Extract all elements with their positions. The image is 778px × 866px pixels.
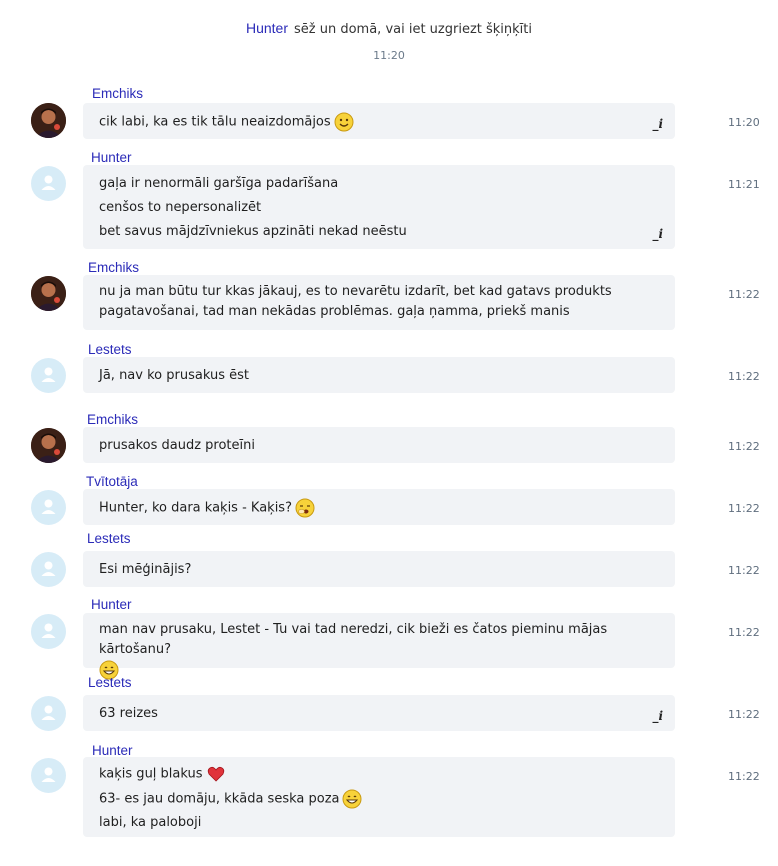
message-time: 11:22 — [728, 502, 760, 515]
message-line: kaķis guļ blakus — [99, 764, 659, 785]
default-avatar-icon — [41, 561, 56, 576]
grin-emoji-icon — [342, 789, 362, 809]
avatar[interactable] — [31, 614, 66, 649]
sender-name[interactable]: Tvītotāja — [86, 474, 138, 489]
message-time: 11:20 — [728, 116, 760, 129]
message-time: 11:22 — [728, 288, 760, 301]
message-bubble[interactable]: gaļa ir nenormāli garšīga padarīšana cen… — [83, 165, 675, 249]
message-text: man nav prusaku, Lestet - Tu vai tad ner… — [99, 622, 608, 657]
avatar[interactable] — [31, 276, 66, 311]
avatar[interactable] — [31, 428, 66, 463]
heart-emoji-icon — [206, 764, 226, 784]
message-text: cik labi, ka es tik tālu neaizdomājos — [99, 114, 331, 130]
sender-name[interactable]: Emchiks — [88, 260, 139, 275]
message-line: bet savus mājdzīvniekus apzināti nekad n… — [99, 224, 407, 239]
message-line: gaļa ir nenormāli garšīga padarīšana — [99, 176, 339, 191]
system-message-time: 11:20 — [373, 49, 405, 62]
message-text: kaķis guļ blakus — [99, 766, 203, 782]
avatar[interactable] — [31, 758, 66, 793]
system-message: Hunter sēž un domā, vai iet uzgriezt šķiņ… — [0, 20, 778, 62]
sender-name[interactable]: Emchiks — [92, 86, 143, 101]
message-text: 63- es jau domāju, kkāda seska poza — [99, 791, 340, 806]
message-time: 11:22 — [728, 440, 760, 453]
default-avatar-icon — [41, 175, 56, 190]
default-avatar-icon — [41, 623, 56, 638]
message-time: 11:22 — [728, 770, 760, 783]
default-avatar-icon — [41, 767, 56, 782]
message-line: pagatavošanai, tad man nekādas problēmas… — [99, 304, 570, 319]
message-bubble[interactable]: Hunter, ko dara kaķis - Kaķis? — [83, 489, 675, 525]
sender-name[interactable]: Lestets — [88, 675, 132, 690]
message-text: Hunter, ko dara kaķis - Kaķis? — [99, 500, 292, 516]
default-avatar-icon — [41, 367, 56, 382]
system-message-text: sēž un domā, vai iet uzgriezt šķiņķīti — [294, 22, 533, 37]
avatar[interactable] — [31, 358, 66, 393]
message-time: 11:22 — [728, 708, 760, 721]
user-photo-icon — [31, 428, 66, 463]
message-time: 11:22 — [728, 564, 760, 577]
message-line: cik labi, ka es tik tālu neaizdomājos — [99, 112, 659, 133]
message-time: 11:21 — [728, 178, 760, 191]
default-avatar-icon — [41, 499, 56, 514]
user-photo-icon — [31, 103, 66, 138]
message-line: Jā, nav ko prusakus ēst — [99, 368, 249, 383]
system-message-sender[interactable]: Hunter — [246, 20, 288, 36]
message-bubble[interactable]: man nav prusaku, Lestet - Tu vai tad ner… — [83, 613, 675, 680]
message-line: labi, ka paloboji — [99, 815, 202, 830]
sender-name[interactable]: Lestets — [87, 531, 131, 546]
message-bubble[interactable]: nu ja man būtu tur kkas jākauj, es to ne… — [83, 275, 675, 330]
message-bubble[interactable]: Esi mēģinājis? — [83, 551, 675, 587]
edited-icon[interactable]: _i — [652, 227, 663, 241]
smile-emoji-icon — [334, 112, 354, 132]
message-bubble[interactable]: cik labi, ka es tik tālu neaizdomājos _i — [83, 103, 675, 139]
sender-name[interactable]: Lestets — [88, 342, 132, 357]
message-time: 11:22 — [728, 626, 760, 639]
yawn-emoji-icon — [295, 498, 315, 518]
edited-icon[interactable]: _i — [652, 117, 663, 131]
user-photo-icon — [31, 276, 66, 311]
sender-name[interactable]: Emchiks — [87, 412, 138, 427]
message-line: prusakos daudz proteīni — [99, 438, 255, 453]
message-time: 11:22 — [728, 370, 760, 383]
avatar[interactable] — [31, 490, 66, 525]
avatar[interactable] — [31, 552, 66, 587]
sender-name[interactable]: Hunter — [92, 743, 133, 758]
message-bubble[interactable]: kaķis guļ blakus 63- es jau domāju, kkād… — [83, 757, 675, 837]
message-bubble[interactable]: 63 reizes _i — [83, 695, 675, 731]
avatar[interactable] — [31, 166, 66, 201]
message-line: 63 reizes — [99, 706, 158, 721]
sender-name[interactable]: Hunter — [91, 150, 132, 165]
message-line: nu ja man būtu tur kkas jākauj, es to ne… — [99, 284, 612, 299]
message-line: cenšos to nepersonalizēt — [99, 200, 262, 215]
message-line: 63- es jau domāju, kkāda seska poza — [99, 789, 659, 810]
message-line: Esi mēģinājis? — [99, 562, 192, 577]
edited-icon[interactable]: _i — [652, 709, 663, 723]
message-bubble[interactable]: prusakos daudz proteīni — [83, 427, 675, 463]
sender-name[interactable]: Hunter — [91, 597, 132, 612]
avatar[interactable] — [31, 103, 66, 138]
avatar[interactable] — [31, 696, 66, 731]
default-avatar-icon — [41, 705, 56, 720]
message-line: man nav prusaku, Lestet - Tu vai tad ner… — [99, 620, 659, 681]
message-bubble[interactable]: Jā, nav ko prusakus ēst — [83, 357, 675, 393]
message-line: Hunter, ko dara kaķis - Kaķis? — [99, 498, 659, 519]
